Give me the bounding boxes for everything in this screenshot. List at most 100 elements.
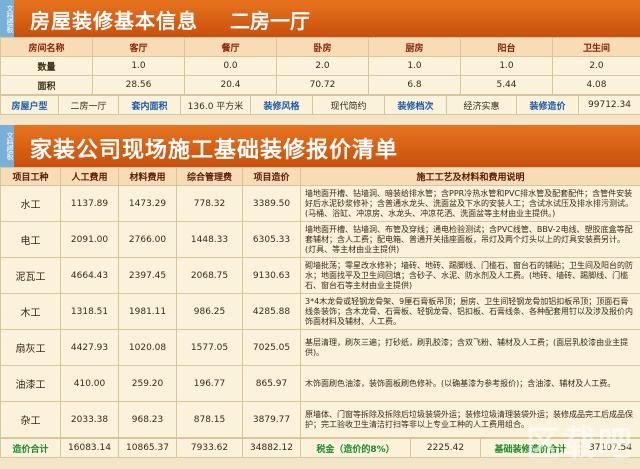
section1-subtitle: 二房一厅 bbox=[230, 9, 310, 33]
summary-value: 现代简约 bbox=[312, 95, 385, 115]
mgmt-fee: 2068.75 bbox=[176, 257, 243, 294]
cell: 5.44 bbox=[460, 75, 553, 95]
cell: 6.8 bbox=[368, 75, 461, 95]
description: 墙地面开槽、钻墙洞、暗装给排水管；含PPR冷热水管和PVC排水管及配套配件；含管… bbox=[300, 185, 640, 222]
summary-value: 99712.34 bbox=[578, 95, 640, 115]
header-cell: 客厅 bbox=[92, 37, 185, 57]
trade-name: 扇灰工 bbox=[0, 329, 61, 366]
summary-value: 经济实惠 bbox=[446, 95, 517, 115]
trade-name: 杂工 bbox=[0, 401, 61, 438]
summary-table: 房屋户型 二房一厅 套内面积 136.0 平方米 装修风格 现代简约 装修档次 … bbox=[0, 95, 640, 115]
description: 墙地面开槽、钻墙洞、布管及穿线；通电检验测试；含PVC线管、BBV-2电线、塑胶… bbox=[300, 221, 640, 258]
project-cost: 4285.88 bbox=[242, 293, 301, 330]
header-cell: 项目造价 bbox=[242, 167, 301, 186]
cell: 1.0 bbox=[368, 56, 461, 76]
header-cell: 房间名称 bbox=[0, 37, 93, 57]
header-cell: 施工工艺及材料和费用说明 bbox=[300, 167, 640, 186]
mgmt-fee: 196.77 bbox=[176, 365, 243, 402]
section1-banner: 文档模板 房屋装修基本信息 二房一厅 bbox=[0, 0, 640, 37]
table-row: 泥瓦工 4664.43 2397.45 2068.75 9130.63 砌墙批荡… bbox=[0, 257, 640, 294]
material-cost: 1020.08 bbox=[118, 329, 177, 366]
section2-banner: 文档模板 家装公司现场施工基础装修报价清单 bbox=[0, 125, 640, 167]
summary-key: 装修造价 bbox=[516, 95, 579, 115]
watermark-logo: 区载吧 bbox=[526, 424, 634, 464]
cell: 28.56 bbox=[92, 75, 185, 95]
total-material: 10865.37 bbox=[118, 438, 177, 458]
header-cell: 餐厅 bbox=[184, 37, 277, 57]
labor-cost: 1318.51 bbox=[60, 293, 119, 330]
trade-name: 泥瓦工 bbox=[0, 257, 61, 294]
section2-title: 家装公司现场施工基础装修报价清单 bbox=[30, 137, 399, 163]
quote-header: 项目工种 人工费用 材料费用 综合管理费 项目造价 施工工艺及材料和费用说明 bbox=[0, 167, 640, 186]
tax-label: 税金（造价的8%） bbox=[300, 438, 411, 458]
row-label: 数量 bbox=[0, 56, 93, 76]
cell: 2.0 bbox=[552, 56, 640, 76]
table-row: 木工 1318.51 1981.11 986.25 4285.88 3*4木龙骨… bbox=[0, 293, 640, 330]
tax-value: 2225.42 bbox=[410, 438, 481, 458]
summary-row: 房屋户型 二房一厅 套内面积 136.0 平方米 装修风格 现代简约 装修档次 … bbox=[0, 95, 640, 115]
header-cell: 厨房 bbox=[368, 37, 461, 57]
section2-tag: 文档模板 bbox=[0, 125, 14, 167]
room-info-header: 房间名称 客厅 餐厅 卧房 厨房 阳台 卫生间 bbox=[0, 37, 640, 57]
total-mgmt: 7933.62 bbox=[176, 438, 243, 458]
mgmt-fee: 778.32 bbox=[176, 185, 243, 222]
material-cost: 2766.00 bbox=[118, 221, 177, 258]
mgmt-fee: 986.25 bbox=[176, 293, 243, 330]
summary-value: 二房一厅 bbox=[58, 95, 119, 115]
table-row: 电工 2091.00 2766.00 1448.33 6305.33 墙地面开槽… bbox=[0, 221, 640, 258]
header-cell: 人工费用 bbox=[60, 167, 119, 186]
row-label: 面积 bbox=[0, 75, 93, 95]
summary-key: 装修风格 bbox=[250, 95, 313, 115]
section1-title: 房屋装修基本信息 bbox=[30, 9, 198, 33]
project-cost: 7025.05 bbox=[242, 329, 301, 366]
project-cost: 6305.33 bbox=[242, 221, 301, 258]
labor-cost: 2033.38 bbox=[60, 401, 119, 438]
mgmt-fee: 878.15 bbox=[176, 401, 243, 438]
header-cell: 阳台 bbox=[460, 37, 553, 57]
cell: 70.72 bbox=[276, 75, 369, 95]
header-cell: 卫生间 bbox=[552, 37, 640, 57]
description: 砌墙批荡；零星改水修补；墙砖、地砖、踢脚线、门槛石、窗台石的铺贴；卫生间及阳台的… bbox=[300, 257, 640, 294]
cell: 20.4 bbox=[184, 75, 277, 95]
cell: 4.08 bbox=[552, 75, 640, 95]
trade-name: 电工 bbox=[0, 221, 61, 258]
labor-cost: 4664.43 bbox=[60, 257, 119, 294]
table-row: 面积 28.56 20.4 70.72 6.8 5.44 4.08 bbox=[0, 75, 640, 95]
total-labor: 16083.14 bbox=[60, 438, 119, 458]
table-row: 水工 1137.89 1473.29 778.32 3389.50 墙地面开槽、… bbox=[0, 185, 640, 222]
cell: 0.0 bbox=[184, 56, 277, 76]
trade-name: 水工 bbox=[0, 185, 61, 222]
room-info-table: 房间名称 客厅 餐厅 卧房 厨房 阳台 卫生间 数量 1.0 0.0 2.0 1… bbox=[0, 37, 640, 95]
cell: 2.0 bbox=[276, 56, 369, 76]
project-cost: 3389.50 bbox=[242, 185, 301, 222]
summary-value: 136.0 平方米 bbox=[180, 95, 251, 115]
material-cost: 2397.45 bbox=[118, 257, 177, 294]
section1-tag: 文档模板 bbox=[0, 0, 14, 37]
labor-cost: 410.00 bbox=[60, 365, 119, 402]
mgmt-fee: 1577.05 bbox=[176, 329, 243, 366]
project-cost: 9130.63 bbox=[242, 257, 301, 294]
material-cost: 1981.11 bbox=[118, 293, 177, 330]
labor-cost: 2091.00 bbox=[60, 221, 119, 258]
cell: 1.0 bbox=[460, 56, 553, 76]
labor-cost: 4427.93 bbox=[60, 329, 119, 366]
summary-key: 装修档次 bbox=[384, 95, 447, 115]
total-label: 造价合计 bbox=[0, 438, 61, 458]
project-cost: 3879.77 bbox=[242, 401, 301, 438]
description: 基层清理，刷灰三遍；打砂纸，刷乳胶漆；含双飞粉、辅材及人工费；(面层乳胶漆由业主… bbox=[300, 329, 640, 366]
trade-name: 木工 bbox=[0, 293, 61, 330]
material-cost: 259.20 bbox=[118, 365, 177, 402]
project-cost: 865.97 bbox=[242, 365, 301, 402]
summary-key: 套内面积 bbox=[118, 95, 181, 115]
header-cell: 卧房 bbox=[276, 37, 369, 57]
material-cost: 968.23 bbox=[118, 401, 177, 438]
summary-key: 房屋户型 bbox=[0, 95, 59, 115]
quote-table: 项目工种 人工费用 材料费用 综合管理费 项目造价 施工工艺及材料和费用说明 水… bbox=[0, 167, 640, 438]
description: 3*4木龙骨或轻钢龙骨架、9厘石膏板吊顶；厨房、卫生间轻钢龙骨加铝扣板吊顶；顶面… bbox=[300, 293, 640, 330]
table-row: 油漆工 410.00 259.20 196.77 865.97 木饰面刷色油漆，… bbox=[0, 365, 640, 402]
header-cell: 项目工种 bbox=[0, 167, 61, 186]
cell: 1.0 bbox=[92, 56, 185, 76]
trade-name: 油漆工 bbox=[0, 365, 61, 402]
total-cost: 34882.12 bbox=[242, 438, 301, 458]
description: 木饰面刷色油漆，装饰面板刷色修补。(以确基漆为参考报价)；含油漆、辅材及人工费。 bbox=[300, 365, 640, 402]
